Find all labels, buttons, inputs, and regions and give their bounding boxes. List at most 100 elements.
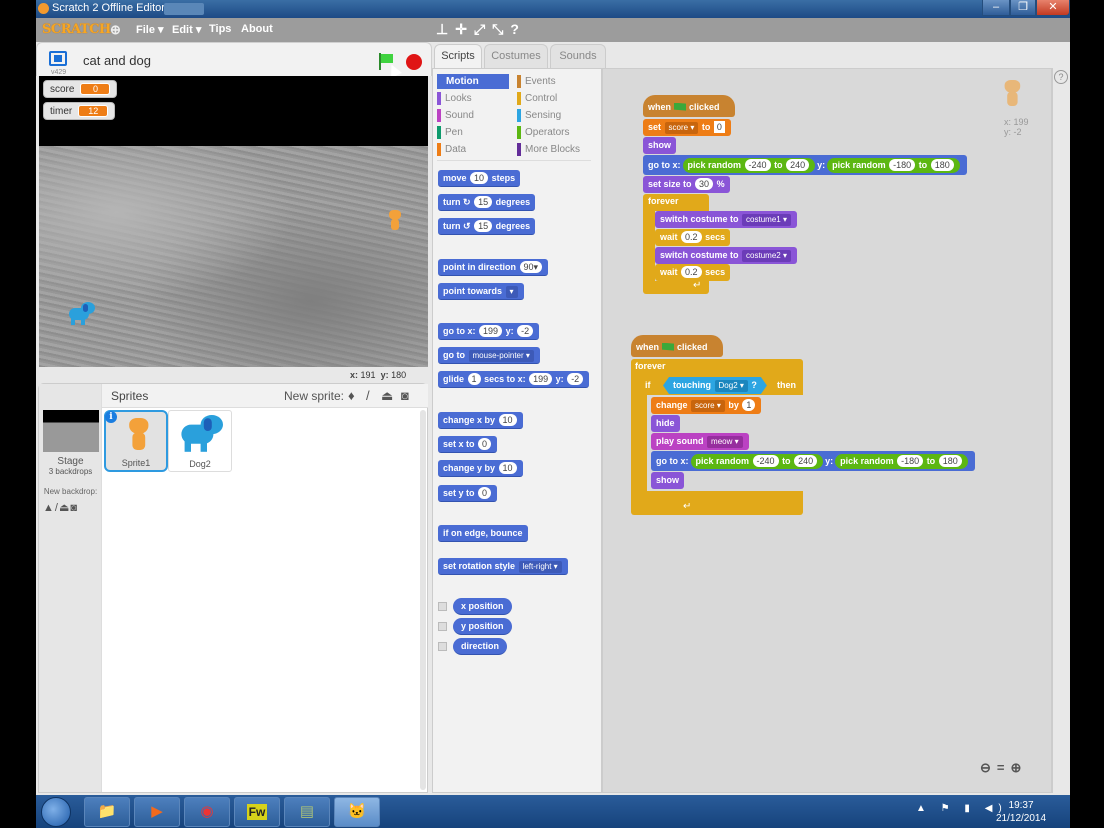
- language-globe-icon[interactable]: ⊕: [110, 22, 121, 38]
- start-button[interactable]: [41, 797, 71, 827]
- taskbar-scratch[interactable]: 🐱: [334, 797, 380, 827]
- menu-tips[interactable]: Tips: [209, 23, 231, 35]
- project-title-input[interactable]: cat and dog: [83, 53, 151, 68]
- block-play-sound[interactable]: play sound meow ▾: [651, 433, 749, 450]
- block-set-x[interactable]: set x to 0: [438, 436, 498, 453]
- backdrop-library-icon[interactable]: ▲: [43, 502, 55, 514]
- taskbar-fireworks[interactable]: Fw: [234, 797, 280, 827]
- block-turn-left[interactable]: turn ↺ 15 degrees: [438, 218, 536, 235]
- grow-icon[interactable]: ⤢: [474, 21, 492, 37]
- pick-random-x[interactable]: pick random -240 to 240: [682, 158, 816, 173]
- stage-canvas[interactable]: score 0 timer 12: [39, 76, 428, 367]
- taskbar-notes[interactable]: ▤: [284, 797, 330, 827]
- block-set-y[interactable]: set y to 0: [438, 485, 498, 502]
- tab-sounds[interactable]: Sounds: [550, 44, 606, 68]
- sprites-scrollbar[interactable]: [420, 410, 426, 790]
- reporter-direction[interactable]: direction: [453, 638, 508, 655]
- block-go-to-xy[interactable]: go to x: pick random -240 to 240 y: pick ra…: [643, 155, 967, 175]
- block-show[interactable]: show: [651, 472, 685, 489]
- block-bounce[interactable]: if on edge, bounce: [438, 525, 528, 542]
- hat-when-flag-clicked[interactable]: when clicked: [643, 95, 735, 117]
- sprite-tile-sprite1[interactable]: i Sprite1: [104, 410, 168, 472]
- clock[interactable]: 19:37 21/12/2014: [996, 799, 1046, 825]
- block-switch-costume[interactable]: switch costume to costume1 ▾: [655, 211, 797, 228]
- close-button[interactable]: ✕: [1036, 0, 1070, 16]
- block-point-towards[interactable]: point towards ▾: [438, 283, 524, 300]
- help-icon[interactable]: ?: [1054, 70, 1068, 84]
- shrink-icon[interactable]: ⤡: [492, 21, 510, 37]
- block-glide[interactable]: glide 1 secs to x: 199 y: -2: [438, 371, 590, 388]
- delete-icon[interactable]: ✛: [455, 21, 474, 37]
- stop-button[interactable]: [406, 54, 422, 70]
- checkbox-direction[interactable]: [438, 642, 447, 651]
- block-set-size[interactable]: set size to 30 %: [643, 176, 730, 193]
- block-move-steps[interactable]: move 10 steps: [438, 170, 521, 187]
- category-data[interactable]: Data: [437, 142, 509, 157]
- block-go-to[interactable]: go to mouse-pointer ▾: [438, 347, 540, 364]
- camera-backdrop-icon[interactable]: ◙: [70, 502, 78, 514]
- block-set-rotation-style[interactable]: set rotation style left-right ▾: [438, 558, 568, 575]
- upload-sprite-icon[interactable]: ⏏: [381, 388, 393, 404]
- sensing-touching[interactable]: touching Dog2 ▾ ?: [663, 377, 767, 394]
- scripts-area[interactable]: when clicked set score ▾ to 0 show go to …: [602, 68, 1052, 793]
- block-change-y[interactable]: change y by 10: [438, 460, 523, 477]
- block-show[interactable]: show: [643, 137, 677, 154]
- sprite-library-icon[interactable]: ♦: [348, 388, 355, 403]
- category-sound[interactable]: Sound: [437, 108, 509, 123]
- variable-monitor-timer[interactable]: timer 12: [43, 102, 116, 120]
- menu-edit[interactable]: Edit ▾: [172, 23, 201, 36]
- paint-sprite-icon[interactable]: /: [366, 388, 370, 403]
- block-go-to-xy[interactable]: go to x: pick random -240 to 240 y: pick ra…: [651, 451, 975, 471]
- menu-about[interactable]: About: [241, 23, 273, 35]
- block-change-x[interactable]: change x by 10: [438, 412, 523, 429]
- minimize-button[interactable]: –: [982, 0, 1010, 16]
- checkbox-x-position[interactable]: [438, 602, 447, 611]
- maximize-button[interactable]: ❐: [1010, 0, 1036, 16]
- category-operators[interactable]: Operators: [517, 125, 597, 140]
- block-wait[interactable]: wait 0.2 secs: [655, 264, 731, 281]
- checkbox-y-position[interactable]: [438, 622, 447, 631]
- stage-tools[interactable]: ⊥✛⤢⤡?: [436, 21, 526, 38]
- category-sensing[interactable]: Sensing: [517, 108, 597, 123]
- reporter-y-position[interactable]: y position: [453, 618, 512, 635]
- block-set-variable[interactable]: set score ▾ to 0: [643, 119, 731, 136]
- block-wait[interactable]: wait 0.2 secs: [655, 229, 731, 246]
- pick-random-x[interactable]: pick random -240 to 240: [690, 454, 824, 469]
- category-events[interactable]: Events: [517, 74, 597, 89]
- zoom-out-icon[interactable]: ⊖: [980, 760, 997, 775]
- pick-random-y[interactable]: pick random -180 to 180: [827, 158, 960, 173]
- block-point-in-direction[interactable]: point in direction 90▾: [438, 259, 549, 276]
- block-hide[interactable]: hide: [651, 415, 680, 432]
- taskbar-explorer[interactable]: 📁: [84, 797, 130, 827]
- duplicate-icon[interactable]: ⊥: [436, 21, 455, 37]
- presentation-mode-icon[interactable]: [49, 51, 67, 66]
- menu-file[interactable]: File ▾: [136, 23, 164, 36]
- tab-scripts[interactable]: Scripts: [434, 44, 482, 69]
- variable-monitor-score[interactable]: score 0: [43, 80, 118, 98]
- block-turn-right[interactable]: turn ↻ 15 degrees: [438, 194, 536, 211]
- taskbar-media-player[interactable]: ▶: [134, 797, 180, 827]
- stage-thumbnail[interactable]: [43, 410, 99, 452]
- new-backdrop-icons[interactable]: ▲/⏏◙: [43, 501, 78, 514]
- category-pen[interactable]: Pen: [437, 125, 509, 140]
- category-looks[interactable]: Looks: [437, 91, 509, 106]
- system-tray[interactable]: ▲ ⚑ ▮ ◀): [916, 803, 1008, 814]
- reporter-x-position[interactable]: x position: [453, 598, 512, 615]
- cat-sprite-on-stage[interactable]: [387, 210, 403, 232]
- pick-random-y[interactable]: pick random -180 to 180: [835, 454, 968, 469]
- zoom-in-icon[interactable]: ⊕: [1011, 760, 1028, 775]
- dog-sprite-on-stage[interactable]: [65, 302, 97, 326]
- taskbar-chrome[interactable]: ◉: [184, 797, 230, 827]
- block-switch-costume[interactable]: switch costume to costume2 ▾: [655, 247, 797, 264]
- info-icon[interactable]: i: [105, 411, 117, 423]
- sprite-tile-dog2[interactable]: Dog2: [168, 410, 232, 472]
- tab-costumes[interactable]: Costumes: [484, 44, 548, 68]
- help-icon[interactable]: ?: [510, 21, 526, 37]
- category-motion[interactable]: Motion: [437, 74, 509, 89]
- block-go-to-xy[interactable]: go to x: 199 y: -2: [438, 323, 540, 340]
- upload-backdrop-icon[interactable]: ⏏: [59, 502, 70, 514]
- category-more-blocks[interactable]: More Blocks: [517, 142, 597, 157]
- zoom-reset-icon[interactable]: =: [997, 760, 1011, 775]
- hat-when-flag-clicked[interactable]: when clicked: [631, 335, 723, 357]
- category-control[interactable]: Control: [517, 91, 597, 106]
